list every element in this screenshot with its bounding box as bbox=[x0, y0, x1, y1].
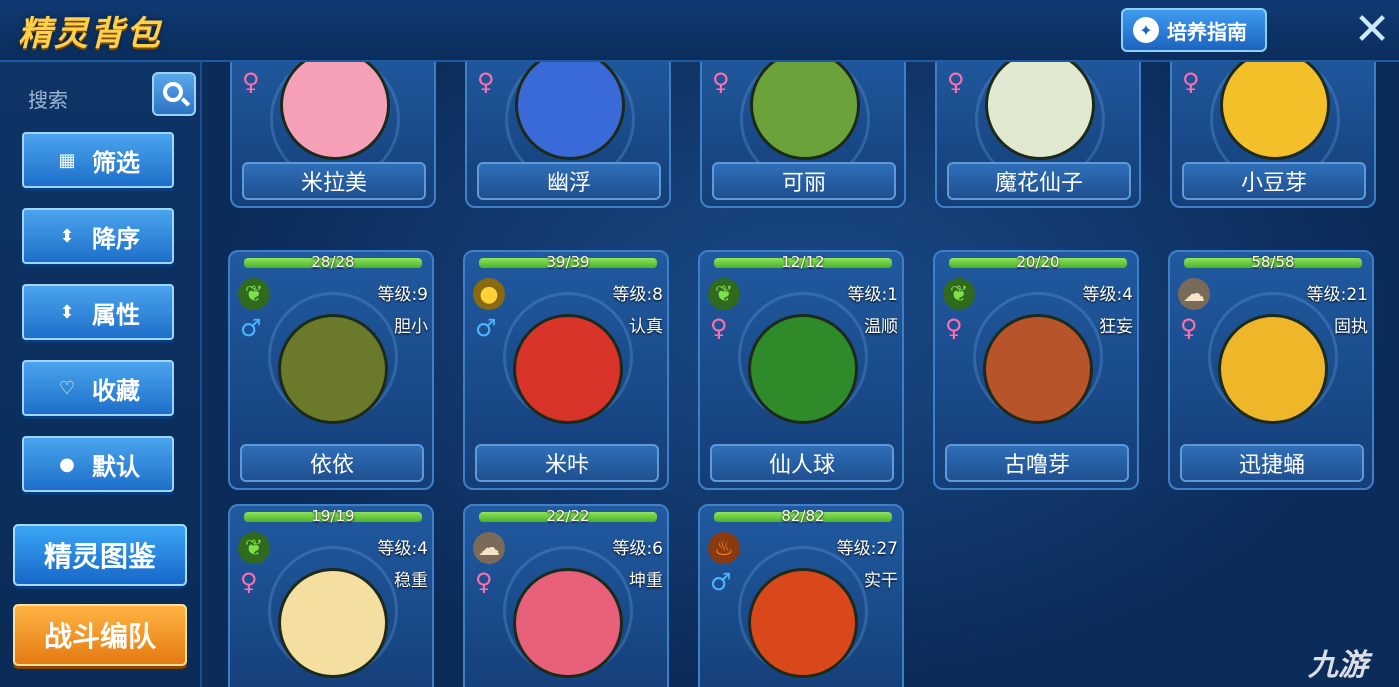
male-icon: ♂ bbox=[240, 314, 262, 342]
page-title: 精灵背包 bbox=[18, 14, 162, 54]
nature-text: 稳重 bbox=[394, 571, 428, 591]
pet-name: 依依 bbox=[240, 444, 424, 482]
guide-label: 培养指南 bbox=[1167, 19, 1247, 44]
search-icon[interactable] bbox=[152, 72, 196, 116]
male-icon: ♂ bbox=[710, 568, 732, 596]
pet-card[interactable]: ♀ 幽浮 bbox=[465, 62, 671, 208]
filter-button[interactable]: ▦ 筛选 bbox=[22, 132, 174, 188]
nature-text: 坤重 bbox=[629, 571, 663, 591]
pet-card[interactable]: 82/82 ♨ ♂ 等级:27 实干 bbox=[698, 504, 904, 687]
sort-descending-button[interactable]: ⬍ 降序 bbox=[22, 208, 174, 264]
handbook-button[interactable]: 精灵图鉴 bbox=[13, 524, 187, 586]
hp-text: 12/12 bbox=[781, 253, 825, 271]
female-icon: ♀ bbox=[710, 314, 728, 342]
nature-text: 实干 bbox=[864, 571, 898, 591]
pet-card[interactable]: 19/19 ❦ ♀ 等级:4 稳重 bbox=[228, 504, 434, 687]
hp-text: 20/20 bbox=[1016, 253, 1060, 271]
creature-portrait bbox=[748, 314, 858, 424]
flame-icon: ● bbox=[59, 453, 75, 475]
top-bar: 精灵背包 ✦ 培养指南 ✕ bbox=[0, 0, 1399, 62]
search-input[interactable]: 搜索 bbox=[28, 84, 68, 113]
hp-text: 39/39 bbox=[546, 253, 590, 271]
level-text: 等级:1 bbox=[847, 285, 898, 305]
nature-text: 认真 bbox=[629, 317, 663, 337]
level-text: 等级:4 bbox=[1082, 285, 1133, 305]
female-icon: ♀ bbox=[1180, 314, 1198, 342]
battle-team-button[interactable]: 战斗编队 bbox=[13, 604, 187, 666]
fire-element-icon: ♨ bbox=[708, 532, 740, 564]
creature-portrait bbox=[513, 568, 623, 678]
pet-card[interactable]: ♀ 米拉美 bbox=[230, 62, 436, 208]
pet-card[interactable]: ♀ 可丽 bbox=[700, 62, 906, 208]
hp-text: 82/82 bbox=[781, 507, 825, 525]
nature-text: 固执 bbox=[1334, 317, 1368, 337]
training-guide-button[interactable]: ✦ 培养指南 bbox=[1121, 8, 1267, 52]
pet-name: 仙人球 bbox=[710, 444, 894, 482]
hp-text: 28/28 bbox=[311, 253, 355, 271]
wing-element-icon: ☁ bbox=[1178, 278, 1210, 310]
level-text: 等级:27 bbox=[836, 539, 898, 559]
grass-element-icon: ❦ bbox=[708, 278, 740, 310]
pet-card[interactable]: 28/28 ❦ ♂ 等级:9 胆小 依依 bbox=[228, 250, 434, 490]
pet-name: 魔花仙子 bbox=[947, 162, 1131, 200]
pet-name: 小豆芽 bbox=[1182, 162, 1366, 200]
level-text: 等级:4 bbox=[377, 539, 428, 559]
pet-grid: ♀ 米拉美 ♀ 幽浮 ♀ 可丽 ♀ 魔花仙子 ♀ 小豆芽 28/28 ❦ ♂ 等… bbox=[204, 62, 1399, 687]
female-icon: ♀ bbox=[477, 68, 495, 96]
attribute-icon: ⬍ bbox=[59, 301, 75, 323]
pet-card[interactable]: ♀ 小豆芽 bbox=[1170, 62, 1376, 208]
level-text: 等级:9 bbox=[377, 285, 428, 305]
creature-portrait bbox=[748, 568, 858, 678]
creature-portrait bbox=[513, 314, 623, 424]
grid-icon: ▦ bbox=[58, 149, 76, 171]
female-icon: ♀ bbox=[947, 68, 965, 96]
nature-text: 胆小 bbox=[394, 317, 428, 337]
female-icon: ♀ bbox=[1182, 68, 1200, 96]
pet-card[interactable]: 22/22 ☁ ♀ 等级:6 坤重 bbox=[463, 504, 669, 687]
female-icon: ♀ bbox=[475, 568, 493, 596]
wing-element-icon: ☁ bbox=[473, 532, 505, 564]
pet-card[interactable]: 20/20 ❦ ♀ 等级:4 狂妄 古噜芽 bbox=[933, 250, 1139, 490]
female-icon: ♀ bbox=[712, 68, 730, 96]
pet-name: 古噜芽 bbox=[945, 444, 1129, 482]
attribute-sort-button[interactable]: ⬍ 属性 bbox=[22, 284, 174, 340]
grass-element-icon: ❦ bbox=[238, 532, 270, 564]
pet-name: 幽浮 bbox=[477, 162, 661, 200]
creature-portrait bbox=[278, 568, 388, 678]
hp-text: 58/58 bbox=[1251, 253, 1295, 271]
pet-card[interactable]: 12/12 ❦ ♀ 等级:1 温顺 仙人球 bbox=[698, 250, 904, 490]
pet-name: 可丽 bbox=[712, 162, 896, 200]
close-icon[interactable]: ✕ bbox=[1350, 8, 1394, 52]
light-element-icon: ● bbox=[473, 278, 505, 310]
sort-icon: ⬍ bbox=[59, 225, 75, 247]
pet-name: 米咔 bbox=[475, 444, 659, 482]
favorites-button[interactable]: ♡ 收藏 bbox=[22, 360, 174, 416]
creature-portrait bbox=[1218, 314, 1328, 424]
female-icon: ♀ bbox=[945, 314, 963, 342]
pet-card[interactable]: ♀ 魔花仙子 bbox=[935, 62, 1141, 208]
female-icon: ♀ bbox=[242, 68, 260, 96]
level-text: 等级:21 bbox=[1306, 285, 1368, 305]
pet-card[interactable]: 58/58 ☁ ♀ 等级:21 固执 迅捷蛹 bbox=[1168, 250, 1374, 490]
hp-text: 22/22 bbox=[546, 507, 590, 525]
level-text: 等级:8 bbox=[612, 285, 663, 305]
nature-text: 温顺 bbox=[864, 317, 898, 337]
level-text: 等级:6 bbox=[612, 539, 663, 559]
watermark-logo: 九游 bbox=[1308, 648, 1368, 683]
creature-portrait bbox=[983, 314, 1093, 424]
female-icon: ♀ bbox=[240, 568, 258, 596]
hp-text: 19/19 bbox=[311, 507, 355, 525]
grass-element-icon: ❦ bbox=[943, 278, 975, 310]
pet-name: 迅捷蛹 bbox=[1180, 444, 1364, 482]
nature-text: 狂妄 bbox=[1099, 317, 1133, 337]
guide-icon: ✦ bbox=[1133, 17, 1159, 43]
heart-icon: ♡ bbox=[58, 377, 76, 399]
creature-portrait bbox=[278, 314, 388, 424]
male-icon: ♂ bbox=[475, 314, 497, 342]
grass-element-icon: ❦ bbox=[238, 278, 270, 310]
sidebar: 搜索 ▦ 筛选 ⬍ 降序 ⬍ 属性 ♡ 收藏 ● 默认 精灵图鉴 战斗编队 bbox=[0, 62, 202, 687]
pet-card[interactable]: 39/39 ● ♂ 等级:8 认真 米咔 bbox=[463, 250, 669, 490]
pet-name: 米拉美 bbox=[242, 162, 426, 200]
default-sort-button[interactable]: ● 默认 bbox=[22, 436, 174, 492]
